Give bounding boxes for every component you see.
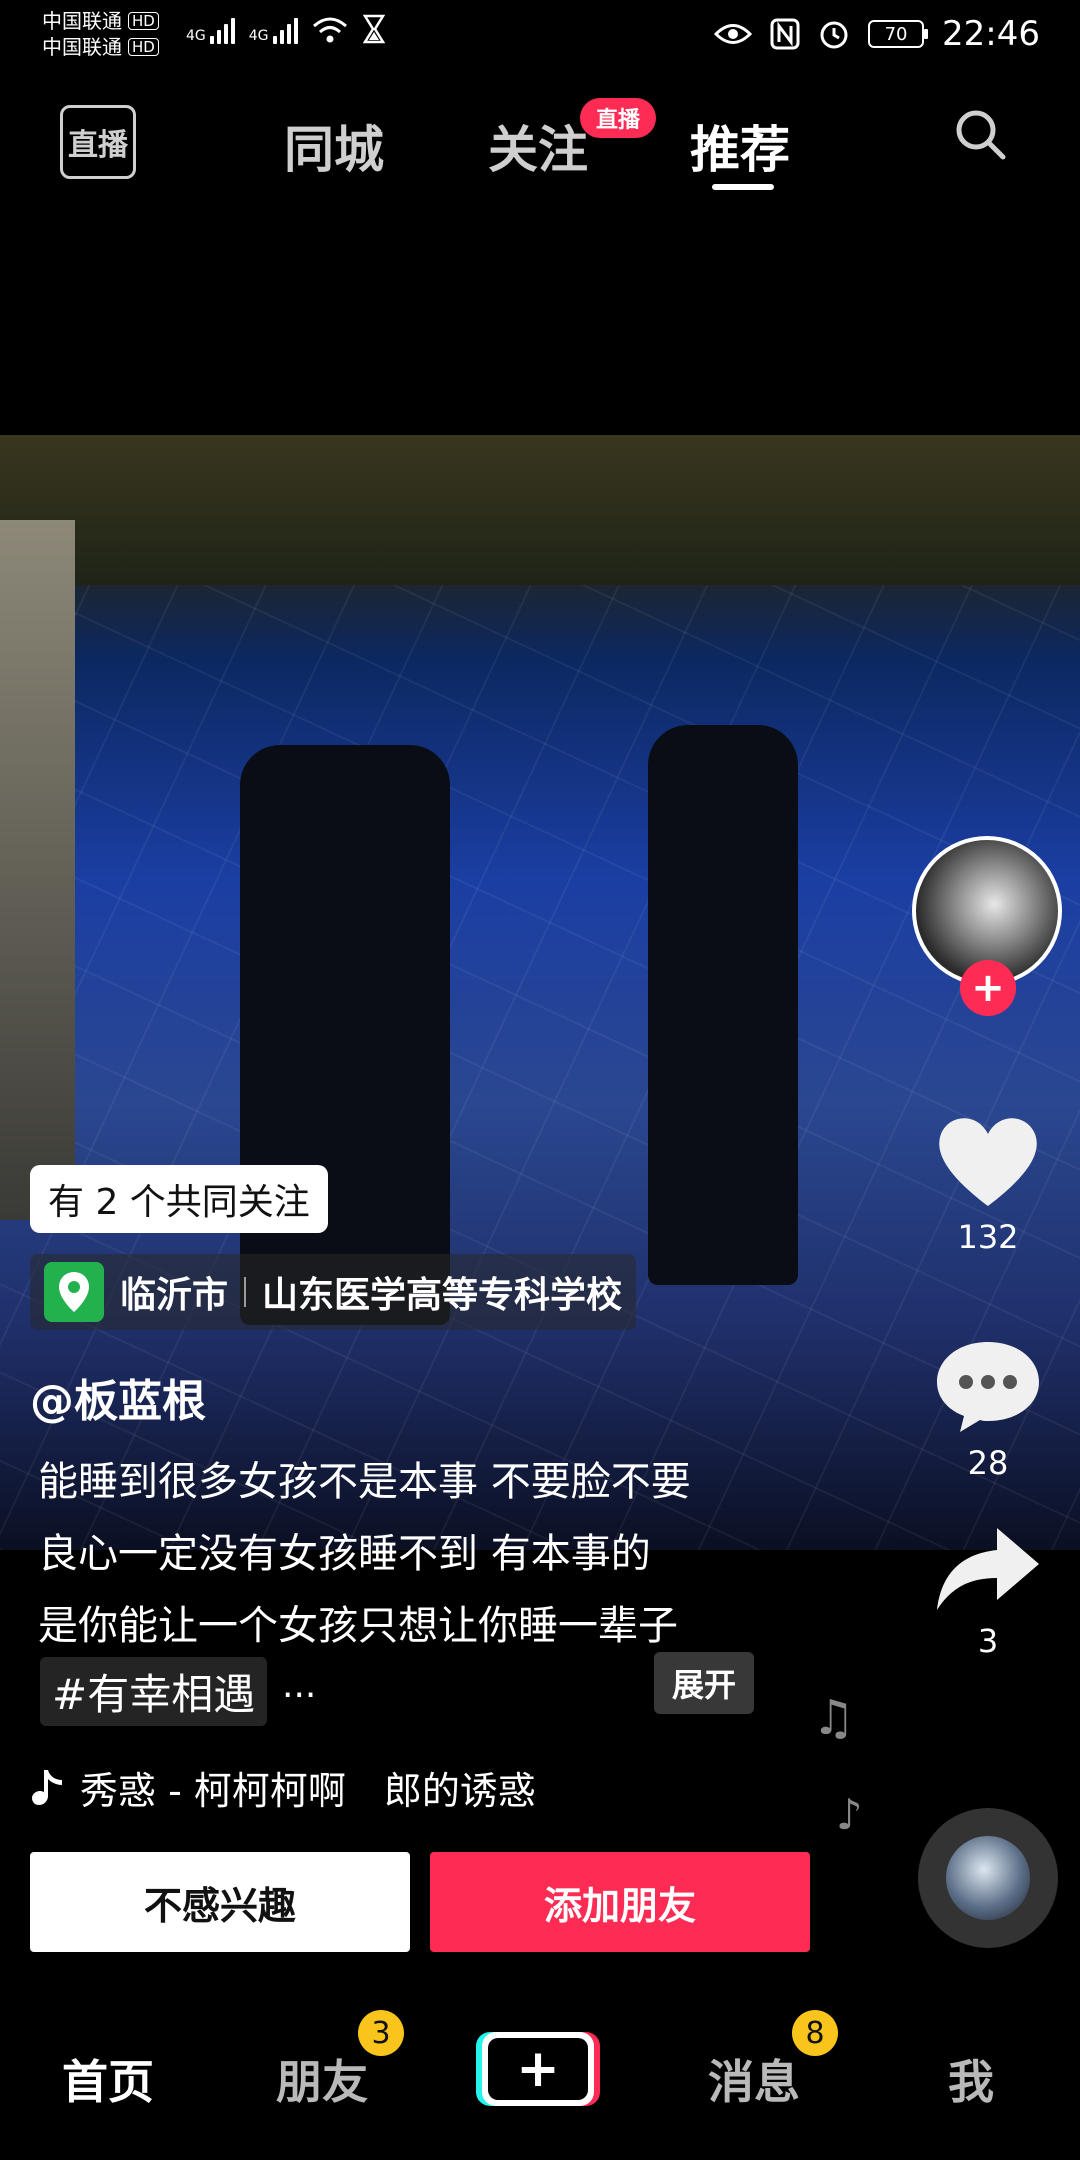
live-entry-label: 直播 bbox=[68, 128, 128, 163]
share-button[interactable]: 3 bbox=[918, 1524, 1058, 1660]
video-caption: 能睡到很多女孩不是本事 不要脸不要 良心一定没有女孩睡不到 有本事的 是你能让一… bbox=[38, 1446, 798, 1662]
comment-button[interactable]: 28 bbox=[918, 1336, 1058, 1482]
location-separator bbox=[244, 1277, 247, 1307]
nav-me[interactable]: 我 bbox=[948, 2046, 994, 2112]
caption-ellipsis: ... bbox=[282, 1665, 317, 1706]
live-entry-button[interactable]: 直播 bbox=[60, 105, 136, 179]
caption-line-1: 能睡到很多女孩不是本事 不要脸不要 bbox=[38, 1459, 691, 1505]
tiktok-note-icon bbox=[32, 1769, 62, 1805]
like-count: 132 bbox=[957, 1218, 1019, 1256]
nav-messages[interactable]: 消息 bbox=[708, 2046, 800, 2112]
share-count: 3 bbox=[977, 1622, 999, 1660]
friends-badge: 3 bbox=[358, 2010, 404, 2056]
plus-icon: + bbox=[488, 2038, 588, 2100]
carrier-name-1: 中国联通 bbox=[42, 9, 122, 33]
hd-badge-1: HD bbox=[128, 12, 159, 30]
hd-badge-2: HD bbox=[128, 38, 159, 56]
search-icon[interactable] bbox=[954, 108, 1006, 160]
music-disc[interactable] bbox=[918, 1808, 1058, 1948]
comment-icon bbox=[937, 1342, 1039, 1432]
creator-username[interactable]: @板蓝根 bbox=[30, 1365, 206, 1429]
caption-line-2: 良心一定没有女孩睡不到 有本事的 bbox=[38, 1531, 651, 1577]
hashtag-link[interactable]: #有幸相遇 bbox=[40, 1657, 268, 1726]
hourglass-icon bbox=[362, 14, 385, 44]
tab-local[interactable]: 同城 bbox=[284, 110, 384, 182]
wifi-icon bbox=[312, 17, 347, 43]
location-city: 临沂市 bbox=[120, 1275, 229, 1316]
floating-note-icon-2: ♪ bbox=[836, 1790, 863, 1839]
alarm-icon bbox=[820, 21, 848, 49]
live-badge: 直播 bbox=[580, 98, 657, 138]
location-tag[interactable]: 临沂市 山东医学高等专科学校 bbox=[30, 1254, 637, 1330]
nav-friends[interactable]: 朋友 bbox=[276, 2046, 368, 2112]
clock-time: 22:46 bbox=[942, 14, 1040, 54]
mutual-follow-tag[interactable]: 有 2 个共同关注 bbox=[30, 1165, 328, 1233]
create-button[interactable]: + bbox=[482, 2032, 594, 2106]
network-type-1: 4G bbox=[186, 28, 206, 44]
share-arrow-icon bbox=[937, 1528, 1039, 1610]
music-info[interactable]: 秀惑 - 柯柯柯啊 郎的诱惑 bbox=[30, 1760, 536, 1815]
expand-caption-button[interactable]: 展开 bbox=[654, 1652, 755, 1714]
follow-button[interactable]: + bbox=[960, 960, 1016, 1016]
network-type-2: 4G bbox=[248, 28, 269, 44]
active-tab-indicator bbox=[712, 184, 774, 190]
comment-count: 28 bbox=[967, 1444, 1009, 1482]
like-button[interactable]: 132 bbox=[918, 1110, 1058, 1256]
tab-following[interactable]: 关注 bbox=[488, 110, 588, 182]
video-wall bbox=[0, 520, 75, 1220]
video-person-left bbox=[240, 745, 450, 1325]
nav-home[interactable]: 首页 bbox=[62, 2046, 154, 2112]
signal-bars-2-icon bbox=[272, 18, 298, 44]
battery-level: 70 bbox=[884, 23, 908, 45]
not-interested-button[interactable]: 不感兴趣 bbox=[30, 1852, 410, 1952]
video-person-right bbox=[648, 725, 798, 1285]
floating-note-icon: ♫ bbox=[812, 1690, 856, 1746]
carrier-info: 中国联通 HD 中国联通 HD bbox=[42, 8, 159, 60]
battery-indicator: 70 bbox=[868, 20, 929, 48]
heart-icon bbox=[939, 1118, 1037, 1206]
location-place: 山东医学高等专科学校 bbox=[262, 1275, 623, 1316]
nfc-icon bbox=[770, 18, 800, 50]
system-status: 70 22:46 bbox=[714, 14, 1040, 54]
music-title: 秀惑 - 柯柯柯啊 郎的诱惑 bbox=[80, 1769, 536, 1813]
location-pin-icon bbox=[44, 1262, 104, 1322]
signal-indicators: 4G 4G bbox=[186, 14, 386, 44]
add-friend-button[interactable]: 添加朋友 bbox=[430, 1852, 810, 1952]
video-background-fence bbox=[0, 435, 1080, 585]
tab-recommended[interactable]: 推荐 bbox=[690, 110, 790, 182]
messages-badge: 8 bbox=[792, 2010, 838, 2056]
carrier-name-2: 中国联通 bbox=[42, 35, 122, 59]
music-cover bbox=[946, 1836, 1030, 1920]
eye-comfort-icon bbox=[714, 24, 753, 44]
signal-bars-1-icon bbox=[209, 18, 235, 44]
